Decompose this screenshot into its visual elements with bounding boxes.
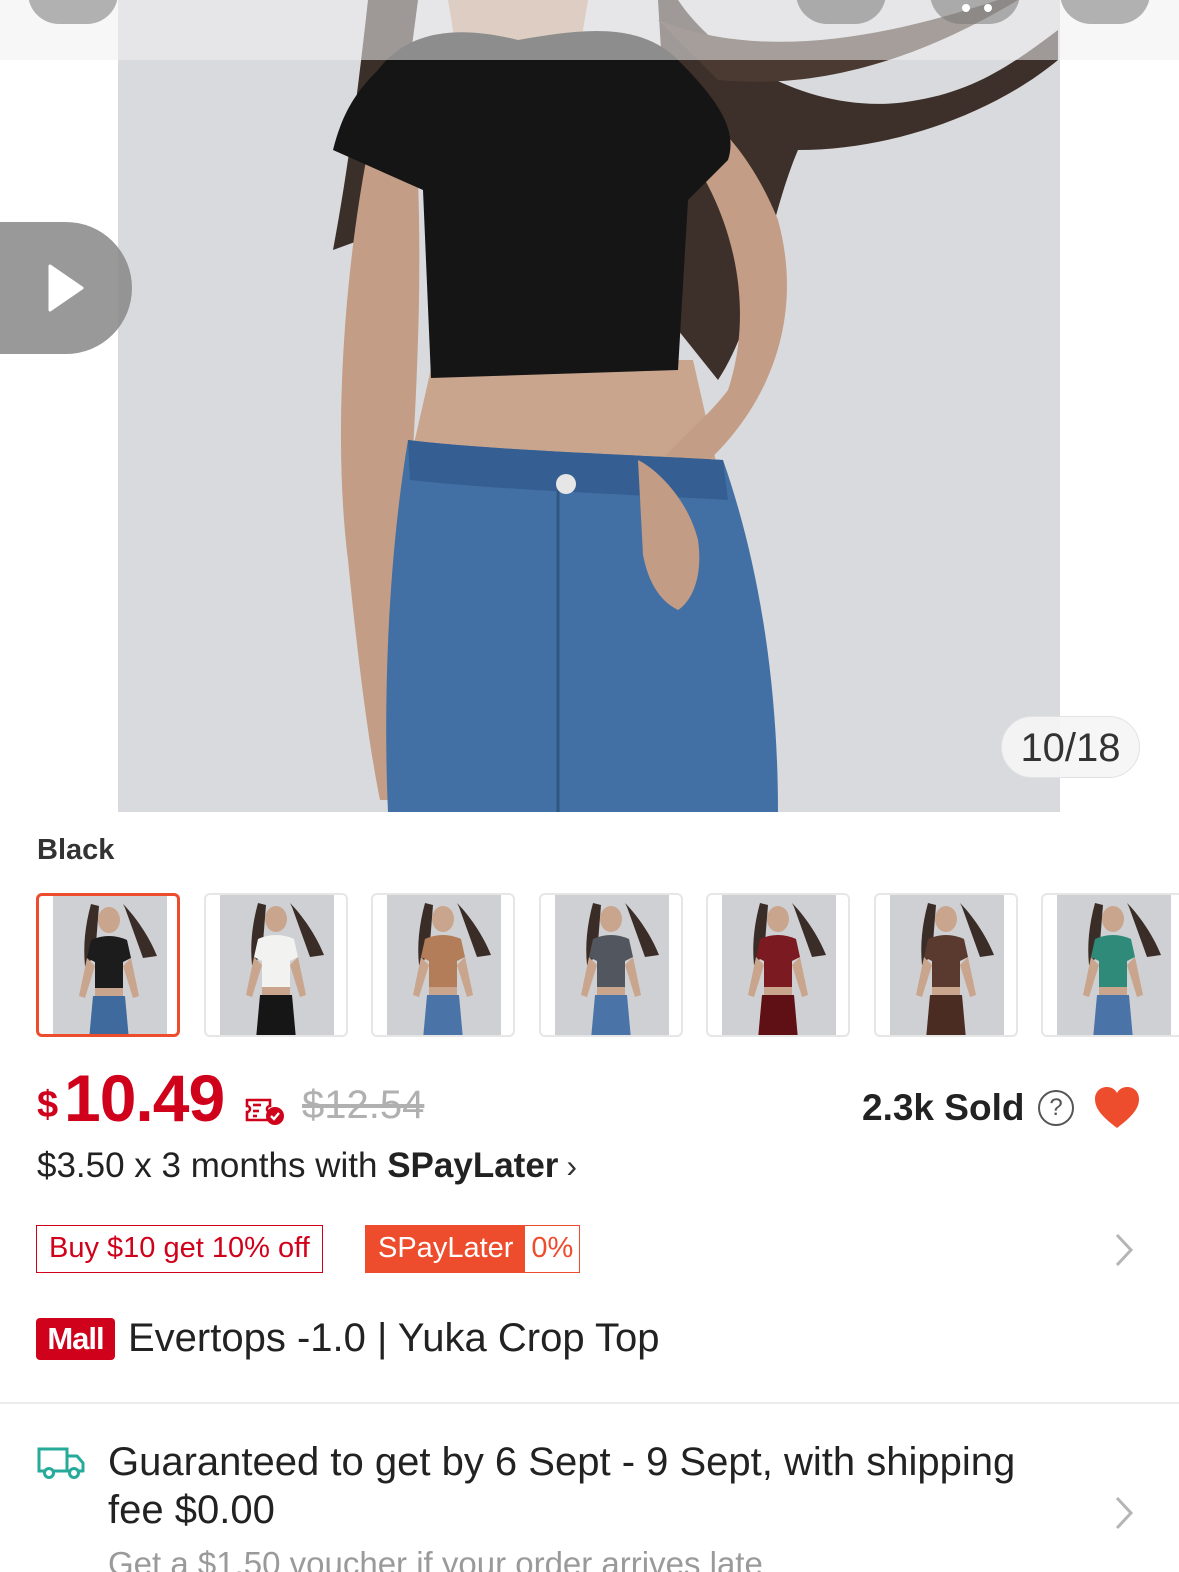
original-price: $12.54: [302, 1083, 425, 1127]
sold-count: 2.3k Sold: [862, 1087, 1025, 1128]
variation-thumb-white[interactable]: [204, 893, 348, 1037]
variation-thumb-image: [1083, 903, 1161, 1035]
play-video-button[interactable]: [0, 222, 132, 354]
variation-thumb-tan[interactable]: [371, 893, 515, 1037]
play-icon: [48, 264, 84, 312]
help-icon[interactable]: ?: [1038, 1090, 1074, 1126]
late-delivery-voucher-note: Get a $1.50 voucher if your order arrive…: [108, 1545, 763, 1572]
installment-text: $3.50 x 3 months with: [37, 1146, 388, 1185]
chevron-right-icon[interactable]: [1112, 1495, 1136, 1531]
chevron-right-icon[interactable]: [1112, 1232, 1136, 1268]
variation-thumb-image: [246, 903, 324, 1035]
product-photo[interactable]: [118, 0, 1060, 812]
heart-icon[interactable]: [1093, 1086, 1141, 1130]
variation-thumb-black[interactable]: [36, 893, 180, 1037]
mall-badge: Mall: [36, 1318, 115, 1360]
variation-thumb-brown[interactable]: [874, 893, 1018, 1037]
spaylater-tag-label: SPayLater: [366, 1226, 526, 1272]
variation-thumb-image: [916, 903, 994, 1035]
cart-icon: [962, 4, 992, 12]
section-divider: [0, 1402, 1179, 1404]
voucher-icon[interactable]: [244, 1094, 286, 1126]
installment-info[interactable]: $3.50 x 3 months with SPayLater ›: [37, 1146, 577, 1186]
variation-thumb-maroon[interactable]: [706, 893, 850, 1037]
variation-thumbnails: [36, 893, 1179, 1037]
shipping-guarantee[interactable]: Guaranteed to get by 6 Sept - 9 Sept, wi…: [108, 1438, 1068, 1534]
promo-tag[interactable]: Buy $10 get 10% off: [36, 1225, 323, 1273]
variation-thumb-image: [748, 903, 826, 1035]
price-currency: $: [37, 1084, 59, 1126]
variation-thumb-grey[interactable]: [539, 893, 683, 1037]
variation-thumb-image: [79, 904, 157, 1034]
variation-thumb-image: [413, 903, 491, 1035]
variation-thumb-teal[interactable]: [1041, 893, 1179, 1037]
installment-brand: SPayLater: [387, 1146, 559, 1185]
current-price: 10.49: [64, 1061, 225, 1135]
chevron-right-icon: ›: [566, 1148, 578, 1184]
spaylater-tag-rate: 0%: [525, 1226, 580, 1272]
model-illustration: [118, 0, 1060, 812]
spaylater-tag[interactable]: SPayLater 0%: [365, 1225, 581, 1273]
product-title: Evertops -1.0 | Yuka Crop Top: [128, 1316, 660, 1360]
image-counter: 10/18: [1001, 716, 1140, 778]
selected-variation-label: Black: [37, 834, 115, 866]
variation-thumb-image: [581, 903, 659, 1035]
product-image-gallery[interactable]: 10/18: [0, 0, 1179, 812]
truck-icon: [37, 1447, 85, 1479]
